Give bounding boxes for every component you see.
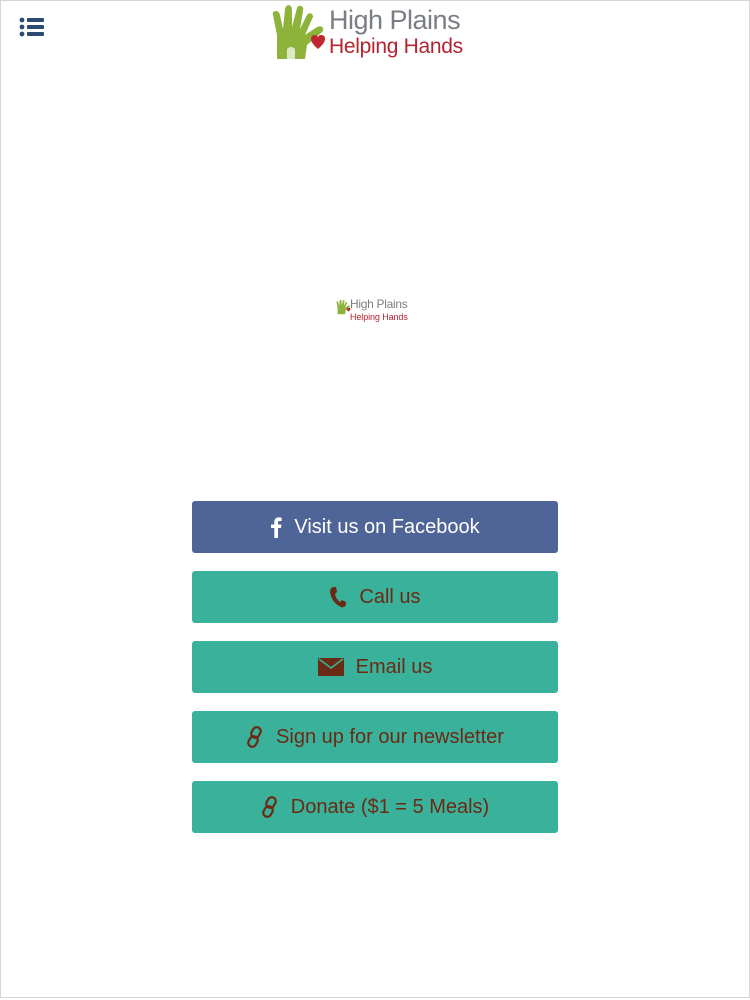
link-icon xyxy=(246,726,264,748)
hand-logo-icon xyxy=(272,5,325,59)
phone-icon xyxy=(329,586,347,608)
logo-title-line1: High Plains xyxy=(329,5,461,35)
email-button-label: Email us xyxy=(355,655,433,678)
call-button[interactable]: Call us xyxy=(192,571,558,623)
header-logo[interactable]: High Plains Helping Hands xyxy=(271,5,483,59)
facebook-button[interactable]: Visit us on Facebook xyxy=(192,501,558,553)
donate-button[interactable]: Donate ($1 = 5 Meals) xyxy=(192,781,558,833)
logo-title-line2: Helping Hands xyxy=(329,35,463,58)
donate-button-label: Donate ($1 = 5 Meals) xyxy=(290,795,490,818)
envelope-icon xyxy=(317,658,344,676)
center-logo: High Plains Helping Hands xyxy=(336,291,420,331)
newsletter-button-label: Sign up for our newsletter xyxy=(276,725,504,748)
call-button-label: Call us xyxy=(359,585,421,608)
center-logo-line2: Helping Hands xyxy=(350,312,408,322)
center-logo-line1: High Plains xyxy=(350,297,408,311)
action-button-list: Visit us on Facebook Call us Email us Si… xyxy=(192,501,558,851)
newsletter-button[interactable]: Sign up for our newsletter xyxy=(192,711,558,763)
link-icon xyxy=(261,796,279,818)
app-screen: High Plains Helping Hands High Plains He… xyxy=(0,0,750,998)
facebook-button-label: Visit us on Facebook xyxy=(294,515,480,538)
facebook-icon xyxy=(270,516,282,538)
list-menu-icon[interactable] xyxy=(19,16,45,38)
email-button[interactable]: Email us xyxy=(192,641,558,693)
